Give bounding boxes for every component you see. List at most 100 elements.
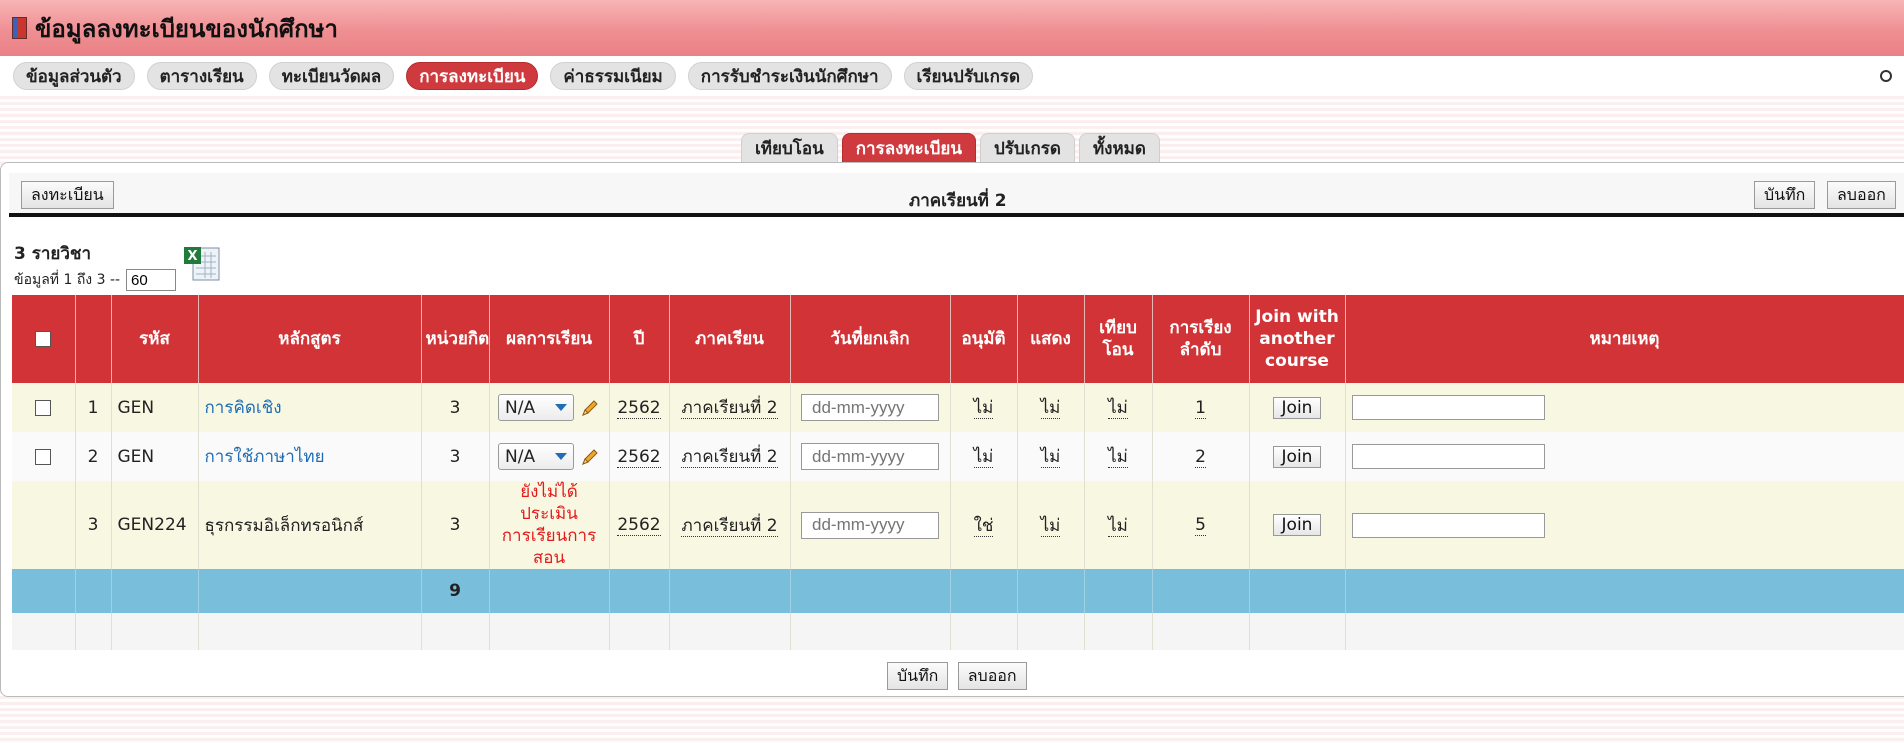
row-number: 1: [75, 383, 112, 432]
pencil-icon[interactable]: [580, 398, 600, 418]
empty-row: [12, 613, 1904, 650]
cancel-date-input[interactable]: [801, 443, 939, 470]
course-credits: 3: [421, 481, 490, 569]
transfer-value: ไม่: [1108, 447, 1128, 468]
result-value: N/A: [505, 397, 536, 418]
show-value: ไม่: [1040, 398, 1061, 419]
save-button-top[interactable]: บันทึก: [1754, 181, 1816, 209]
tab-grade-improvement[interactable]: ปรับเกรด: [979, 133, 1075, 163]
panel-toolbar: ลงทะเบียน ภาคเรียนที่ 2 บันทึก ลบออก: [9, 173, 1904, 217]
row-checkbox[interactable]: [35, 399, 52, 416]
delete-button-bottom[interactable]: ลบออก: [957, 662, 1027, 690]
courses-table: รหัส หลักสูตร หน่วยกิต ผลการเรียน ปี ภาค…: [12, 295, 1904, 650]
total-row: 9: [12, 569, 1904, 613]
nav-grades[interactable]: ทะเบียนวัดผล: [268, 62, 395, 90]
page-title: ข้อมูลลงทะเบียนของนักศึกษา: [35, 14, 338, 43]
course-year: 2562: [617, 446, 661, 468]
header-approve: อนุมัติ: [950, 295, 1018, 383]
chevron-down-icon: [555, 453, 567, 460]
result-status-line2: การเรียนการสอน: [501, 526, 597, 568]
row-number: 3: [75, 481, 112, 569]
delete-button-top[interactable]: ลบออก: [1827, 181, 1896, 209]
tab-all[interactable]: ทั้งหมด: [1078, 133, 1160, 163]
excel-export-icon[interactable]: X: [183, 246, 221, 282]
sub-tabs: เทียบโอน การลงทะเบียน ปรับเกรด ทั้งหมด: [741, 131, 1164, 163]
course-credits: 3: [421, 432, 490, 481]
course-year: 2562: [617, 515, 661, 536]
header-result: ผลการเรียน: [489, 295, 610, 383]
nav-payments[interactable]: การรับชำระเงินนักศึกษา: [687, 62, 892, 90]
select-all-checkbox[interactable]: [35, 331, 52, 347]
row-number: 2: [75, 432, 112, 481]
note-input[interactable]: [1351, 444, 1545, 469]
approve-value: ใช่: [973, 515, 994, 537]
result-status: ยังไม่ได้ประเมิน การเรียนการสอน: [489, 481, 610, 569]
select-all-header: [12, 295, 76, 383]
header-cancel-date: วันที่ยกเลิก: [790, 295, 951, 383]
course-semester: ภาคเรียนที่ 2: [681, 515, 778, 537]
header-transfer: เทียบโอน: [1084, 295, 1153, 383]
order-value: 5: [1195, 515, 1206, 536]
header-no: [75, 295, 112, 383]
show-value: ไม่: [1040, 447, 1061, 468]
tab-transfer[interactable]: เทียบโอน: [741, 133, 838, 163]
course-name-link[interactable]: การใช้ภาษาไทย: [205, 447, 325, 467]
approve-value: ไม่: [973, 447, 994, 468]
course-count: 3 รายวิชา: [14, 244, 92, 264]
header-note: หมายเหตุ: [1345, 295, 1904, 383]
nav-personal-info[interactable]: ข้อมูลส่วนตัว: [13, 62, 135, 90]
join-button[interactable]: Join: [1272, 514, 1322, 536]
transfer-value: ไม่: [1108, 515, 1128, 537]
header-join: Join with another course: [1249, 295, 1346, 383]
note-input[interactable]: [1351, 395, 1545, 420]
header-show: แสดง: [1017, 295, 1085, 383]
result-select[interactable]: N/A: [498, 394, 574, 421]
header-year: ปี: [609, 295, 670, 383]
page-size-input[interactable]: [126, 269, 177, 291]
record-summary: 3 รายวิชา ข้อมูลที่ 1 ถึง 3 --: [14, 240, 177, 291]
transfer-value: ไม่: [1108, 398, 1128, 419]
header-order: การเรียงลำดับ: [1152, 295, 1250, 383]
table-row: 1 GEN การคิดเชิง 3 N/A 2562 ภาคเรียนที่ …: [12, 383, 1904, 432]
save-button-bottom[interactable]: บันทึก: [887, 662, 949, 690]
course-credits: 3: [421, 383, 490, 432]
result-select[interactable]: N/A: [498, 443, 574, 470]
header-semester: ภาคเรียน: [669, 295, 791, 383]
nav-grade-improvement[interactable]: เรียนปรับเกรด: [903, 62, 1034, 90]
order-value: 2: [1195, 446, 1206, 468]
nav-fees[interactable]: ค่าธรรมเนียม: [550, 62, 676, 90]
table-row: 3 GEN224 ธุรกรรมอิเล็กทรอนิกส์ 3 ยังไม่ไ…: [12, 481, 1904, 569]
svg-text:X: X: [187, 249, 197, 264]
header-credits: หน่วยกิต: [421, 295, 490, 383]
cancel-date-input[interactable]: [801, 394, 939, 421]
join-button[interactable]: Join: [1272, 445, 1322, 468]
note-input[interactable]: [1351, 512, 1545, 538]
radio-icon[interactable]: [1880, 70, 1892, 82]
course-semester: ภาคเรียนที่ 2: [681, 398, 778, 419]
header-course: หลักสูตร: [198, 295, 422, 383]
pencil-icon[interactable]: [580, 447, 600, 467]
total-credits: 9: [421, 569, 490, 613]
row-checkbox[interactable]: [35, 448, 52, 465]
record-range: ข้อมูลที่ 1 ถึง 3 --: [14, 272, 121, 288]
nav-timetable[interactable]: ตารางเรียน: [146, 62, 257, 90]
table-row: 2 GEN การใช้ภาษาไทย 3 N/A 2562 ภาคเรียนท…: [12, 432, 1904, 481]
bottom-actions: บันทึก ลบออก: [887, 662, 1027, 690]
semester-title: ภาคเรียนที่ 2: [909, 191, 1007, 211]
nav-registration[interactable]: การลงทะเบียน: [406, 62, 539, 90]
course-semester: ภาคเรียนที่ 2: [681, 447, 778, 468]
book-icon: [12, 17, 27, 39]
course-name-link[interactable]: การคิดเชิง: [205, 398, 282, 418]
order-value: 1: [1195, 397, 1206, 419]
course-code: GEN: [111, 432, 199, 481]
cancel-date-input[interactable]: [801, 511, 939, 539]
join-button[interactable]: Join: [1272, 396, 1322, 419]
course-code: GEN224: [111, 481, 199, 569]
main-nav: ข้อมูลส่วนตัว ตารางเรียน ทะเบียนวัดผล กา…: [0, 56, 1904, 96]
approve-value: ไม่: [973, 398, 994, 419]
register-button[interactable]: ลงทะเบียน: [21, 181, 114, 209]
chevron-down-icon: [555, 404, 567, 411]
course-code: GEN: [111, 383, 199, 432]
title-bar: ข้อมูลลงทะเบียนของนักศึกษา: [0, 0, 1904, 56]
tab-registration[interactable]: การลงทะเบียน: [841, 133, 976, 163]
